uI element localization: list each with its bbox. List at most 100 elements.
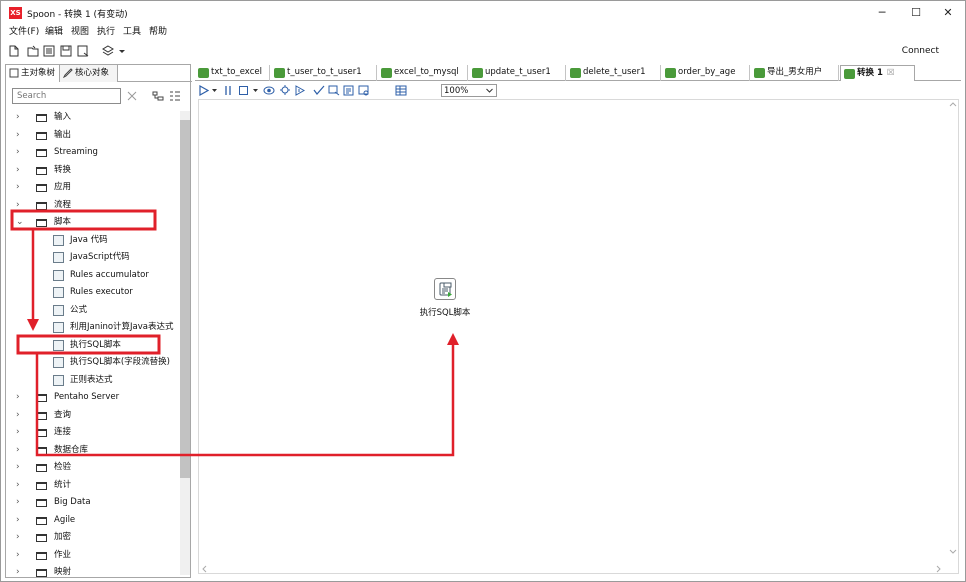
menu-view[interactable]: 视图 <box>71 25 89 39</box>
debug-icon[interactable] <box>279 84 291 96</box>
save-icon[interactable] <box>60 45 72 57</box>
replay-icon[interactable] <box>294 85 306 96</box>
step-icon <box>53 252 64 263</box>
tree-item-label: 统计 <box>54 479 72 490</box>
transformation-icon <box>198 68 209 78</box>
show-results-icon[interactable] <box>395 85 407 96</box>
execute-sql-step[interactable] <box>434 278 456 300</box>
menu-tools[interactable]: 工具 <box>123 25 141 39</box>
run-icon[interactable] <box>198 85 209 96</box>
app-logo-icon: XS <box>9 7 22 19</box>
chevron-right-icon[interactable]: › <box>16 109 20 126</box>
connect-button[interactable]: Connect <box>902 46 939 56</box>
chevron-right-icon[interactable]: › <box>16 547 20 564</box>
menu-file[interactable]: 文件(F) <box>9 25 39 39</box>
transformation-tab[interactable]: excel_to_mysql <box>378 65 468 81</box>
main-toolbar: Connect <box>1 41 965 61</box>
run-dropdown-icon[interactable] <box>211 85 218 96</box>
folder-icon <box>36 534 47 542</box>
scroll-up-icon[interactable] <box>949 101 957 107</box>
chevron-right-icon[interactable]: › <box>16 144 20 161</box>
zoom-select[interactable]: 100% <box>441 84 497 97</box>
save-as-icon[interactable] <box>77 45 89 57</box>
tree-item-label: 输出 <box>54 129 72 140</box>
chevron-right-icon[interactable]: › <box>16 389 20 406</box>
chevron-right-icon[interactable]: › <box>16 407 20 424</box>
chevron-right-icon[interactable]: › <box>16 477 20 494</box>
transformation-icon <box>665 68 676 78</box>
tree-item-label: Pentaho Server <box>54 392 120 402</box>
chevron-down-icon[interactable]: ⌄ <box>16 214 24 231</box>
folder-icon <box>36 184 47 192</box>
minimize-button[interactable]: ─ <box>867 4 897 22</box>
stop-icon[interactable] <box>238 85 249 96</box>
perspective-dropdown-icon[interactable] <box>118 45 126 57</box>
chevron-right-icon[interactable]: › <box>16 459 20 476</box>
impact-icon[interactable] <box>328 85 340 96</box>
tree-item-label: 执行SQL脚本(字段流替换) <box>70 357 170 367</box>
chevron-right-icon[interactable]: › <box>16 162 20 179</box>
close-tab-icon[interactable]: ☒ <box>887 68 895 78</box>
tab-main-tree[interactable]: 主对象树 <box>6 65 60 82</box>
transformation-tab[interactable]: 导出_男女用户 <box>751 65 839 81</box>
step-icon <box>53 357 64 368</box>
chevron-right-icon[interactable]: › <box>16 197 20 214</box>
chevron-right-icon[interactable]: › <box>16 529 20 546</box>
close-button[interactable]: ✕ <box>933 4 963 22</box>
scroll-right-icon[interactable] <box>936 565 942 573</box>
transformation-tab[interactable]: update_t_user1 <box>469 65 566 81</box>
pencil-icon <box>63 68 73 78</box>
explore-repository-icon[interactable] <box>43 45 55 57</box>
chevron-right-icon[interactable]: › <box>16 127 20 144</box>
clear-search-icon[interactable] <box>127 91 137 101</box>
verify-icon[interactable] <box>313 85 325 96</box>
step-icon <box>53 234 64 246</box>
execute-sql-step-label: 执行SQL脚本 <box>419 308 471 318</box>
collapse-all-icon[interactable] <box>169 90 181 102</box>
folder-icon <box>36 516 47 525</box>
pause-icon[interactable] <box>223 85 234 96</box>
tab-core-objects[interactable]: 核心对象 <box>60 65 118 82</box>
chevron-right-icon[interactable]: › <box>16 512 20 529</box>
chevron-right-icon[interactable]: › <box>16 494 20 511</box>
folder-icon <box>36 464 47 472</box>
tree-item-label: Big Data <box>54 497 91 507</box>
perspective-layers-icon[interactable] <box>102 45 114 57</box>
tree-item-label: 执行SQL脚本 <box>70 339 121 350</box>
new-file-icon[interactable] <box>8 45 20 57</box>
scroll-left-icon[interactable] <box>201 565 207 573</box>
canvas-vertical-scrollbar[interactable] <box>947 99 959 564</box>
stop-dropdown-icon[interactable] <box>252 85 259 96</box>
transformation-tab[interactable]: delete_t_user1 <box>567 65 661 81</box>
tree-item-label: 正则表达式 <box>70 374 113 385</box>
transformation-tab[interactable]: 转换 1 ☒ <box>840 65 915 81</box>
open-file-icon[interactable] <box>27 45 39 57</box>
menu-edit[interactable]: 编辑 <box>45 25 63 39</box>
canvas-horizontal-scrollbar[interactable] <box>198 562 959 574</box>
transformation-tab[interactable]: order_by_age <box>662 65 750 81</box>
chevron-right-icon[interactable]: › <box>16 442 20 459</box>
transformation-canvas[interactable] <box>198 99 959 574</box>
transformation-tab-label: 导出_男女用户 <box>767 67 823 77</box>
chevron-right-icon[interactable]: › <box>16 564 20 579</box>
scroll-down-icon[interactable] <box>949 549 957 555</box>
menu-run[interactable]: 执行 <box>97 25 115 39</box>
sql-icon[interactable] <box>343 85 355 96</box>
transformation-icon <box>381 68 392 78</box>
transformation-tab[interactable]: t_user_to_t_user1 <box>271 65 377 81</box>
chevron-right-icon[interactable]: › <box>16 424 20 441</box>
chevron-right-icon[interactable]: › <box>16 179 20 196</box>
tree-item-label: JavaScript代码 <box>70 252 130 262</box>
preview-icon[interactable] <box>263 85 275 96</box>
tree-item-label: Rules executor <box>70 287 133 297</box>
search-input[interactable] <box>12 88 121 104</box>
spoon-window: XS Spoon - 转换 1 (有变动) ─ ☐ ✕ 文件(F) 编辑 视图 … <box>0 0 966 582</box>
maximize-button[interactable]: ☐ <box>901 4 931 22</box>
transformation-icon <box>472 68 483 78</box>
explore-db-icon[interactable] <box>358 85 370 96</box>
tree-scrollbar-thumb[interactable] <box>180 120 190 478</box>
transformation-tab[interactable]: txt_to_excel <box>195 65 270 81</box>
tree-item-label: 利用Janino计算Java表达式 <box>70 322 174 332</box>
menu-help[interactable]: 帮助 <box>149 25 167 39</box>
expand-all-icon[interactable] <box>152 90 164 102</box>
